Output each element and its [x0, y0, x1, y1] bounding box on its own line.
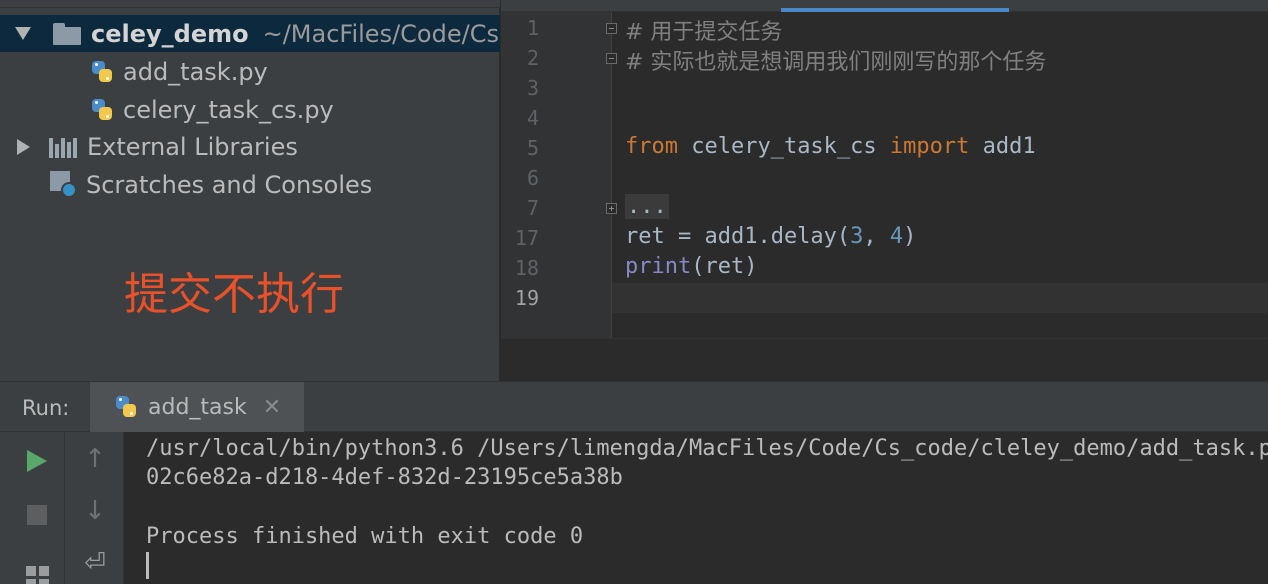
- arrow-up-icon: ↑: [84, 444, 106, 474]
- up-stack-button[interactable]: ↑: [80, 444, 110, 474]
- code-line-2: # 实际也就是想调用我们刚刚写的那个任务: [625, 44, 1046, 76]
- line-number: 17: [514, 226, 539, 250]
- line-number: 2: [526, 46, 539, 70]
- console-line: 02c6e82a-d218-4def-832d-23195ce5a38b: [146, 465, 623, 490]
- arrow-down-icon: ↓: [84, 496, 106, 526]
- imported-name: add1: [969, 134, 1036, 159]
- comment: # 用于提交任务: [625, 20, 783, 45]
- text-caret: [146, 552, 149, 579]
- project-toolbar: [0, 0, 500, 8]
- python-file-icon: [90, 98, 114, 122]
- layout-button[interactable]: [22, 562, 52, 584]
- scratches-label: Scratches and Consoles: [86, 170, 373, 199]
- python-icon: [114, 395, 138, 419]
- builtin-print: print: [625, 254, 692, 279]
- code-line-1: # 用于提交任务: [625, 14, 782, 46]
- code-line-18: print(ret): [625, 254, 757, 279]
- fold-marker-icon[interactable]: [606, 53, 617, 64]
- tree-item-root-folder[interactable]: celey_demo ~/MacFiles/Code/Cs: [0, 15, 500, 52]
- run-tool-window-header: Run: add_task ✕: [0, 381, 1268, 432]
- expand-fold-icon[interactable]: [606, 203, 617, 214]
- number-literal: 3: [850, 224, 864, 249]
- folded-region[interactable]: ...: [625, 194, 669, 219]
- code-text: ,: [863, 224, 890, 249]
- toolbar-separator: [64, 432, 65, 584]
- layout-icon: [25, 565, 49, 584]
- annotation-text: 提交不执行: [124, 269, 344, 320]
- line-number: 4: [526, 106, 539, 130]
- line-number: 18: [514, 256, 539, 280]
- run-toolbar: ↑ ↓ ⏎: [0, 432, 124, 584]
- line-number-current: 19: [514, 286, 539, 310]
- run-console[interactable]: /usr/local/bin/python3.6 /Users/limengda…: [125, 432, 1268, 584]
- editor-tab-strip: [501, 0, 1268, 12]
- chevron-down-icon[interactable]: [15, 27, 31, 40]
- root-folder-name: celey_demo: [91, 19, 249, 48]
- soft-wrap-button[interactable]: ⏎: [80, 548, 110, 578]
- libraries-icon: [49, 136, 77, 158]
- rerun-button[interactable]: [22, 446, 52, 476]
- editor-empty-area: [501, 338, 1268, 381]
- current-line-highlight: [611, 283, 1268, 313]
- comment: # 实际也就是想调用我们刚刚写的那个任务: [625, 50, 1047, 75]
- code-text: (ret): [691, 254, 758, 279]
- fold-marker-icon[interactable]: [606, 23, 617, 34]
- project-tool-window: celey_demo ~/MacFiles/Code/Cs add_task.p…: [0, 0, 500, 381]
- tree-item-external-libraries[interactable]: External Libraries: [0, 128, 500, 165]
- run-tab-add-task[interactable]: add_task ✕: [90, 382, 304, 432]
- soft-wrap-icon: ⏎: [84, 548, 106, 578]
- external-libraries-label: External Libraries: [87, 132, 298, 161]
- console-line: Process finished with exit code 0: [146, 524, 584, 549]
- run-label: Run:: [22, 396, 70, 420]
- chevron-right-icon[interactable]: [17, 138, 30, 155]
- code-text: ): [903, 224, 917, 249]
- line-number: 1: [526, 16, 539, 40]
- tree-item-celery-task-cs[interactable]: celery_task_cs.py: [0, 91, 500, 128]
- keyword-from: from: [625, 134, 678, 159]
- python-file-icon: [90, 60, 114, 84]
- keyword-import: import: [889, 134, 970, 159]
- play-icon: [27, 450, 47, 472]
- code-line-7: ...: [625, 194, 669, 219]
- active-tab-indicator: [781, 8, 1009, 12]
- stop-button[interactable]: [22, 500, 52, 530]
- stop-icon: [27, 505, 47, 525]
- scratches-icon: [50, 170, 78, 199]
- root-folder-path: ~/MacFiles/Code/Cs: [262, 19, 499, 48]
- number-literal: 4: [889, 224, 904, 249]
- module-name: celery_task_cs: [677, 134, 890, 159]
- file-name: celery_task_cs.py: [123, 95, 334, 124]
- file-name: add_task.py: [123, 57, 268, 86]
- down-stack-button[interactable]: ↓: [80, 496, 110, 526]
- line-number: 7: [526, 196, 539, 220]
- console-line: /usr/local/bin/python3.6 /Users/limengda…: [146, 436, 1268, 461]
- code-line-5: from celery_task_cs import add1: [625, 134, 1036, 159]
- close-icon[interactable]: ✕: [263, 395, 281, 420]
- code-editor[interactable]: 1 2 3 4 5 6 7 17 18 19 # 用于提交任务 # 实际也就是想…: [501, 0, 1268, 338]
- line-number: 6: [526, 166, 539, 190]
- tree-item-scratches[interactable]: Scratches and Consoles: [0, 166, 500, 203]
- line-number: 3: [526, 76, 539, 100]
- run-tab-label: add_task: [148, 394, 247, 420]
- line-number: 5: [526, 136, 539, 160]
- code-line-17: ret = add1.delay(3, 4): [625, 224, 916, 249]
- tree-item-add-task[interactable]: add_task.py: [0, 53, 500, 90]
- folder-icon: [53, 22, 81, 45]
- code-text: ret = add1.delay(: [625, 224, 851, 249]
